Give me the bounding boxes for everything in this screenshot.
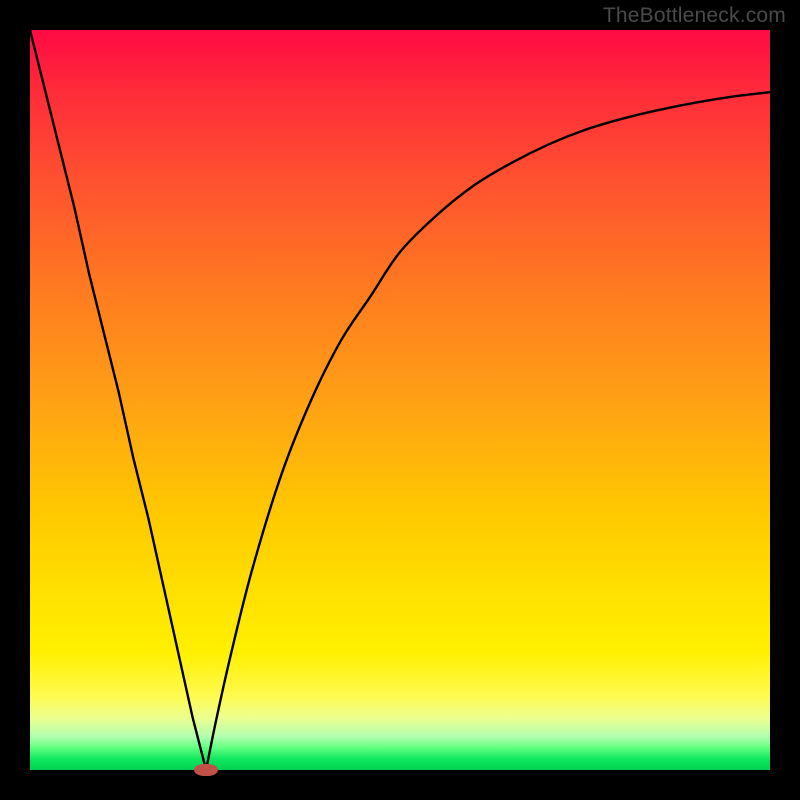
chart-svg <box>30 30 770 770</box>
bottleneck-curve-line <box>30 30 770 770</box>
attribution-text: TheBottleneck.com <box>603 4 786 28</box>
optimal-point-marker <box>194 764 218 776</box>
chart-plot-area <box>30 30 770 770</box>
chart-frame: TheBottleneck.com <box>0 0 800 800</box>
